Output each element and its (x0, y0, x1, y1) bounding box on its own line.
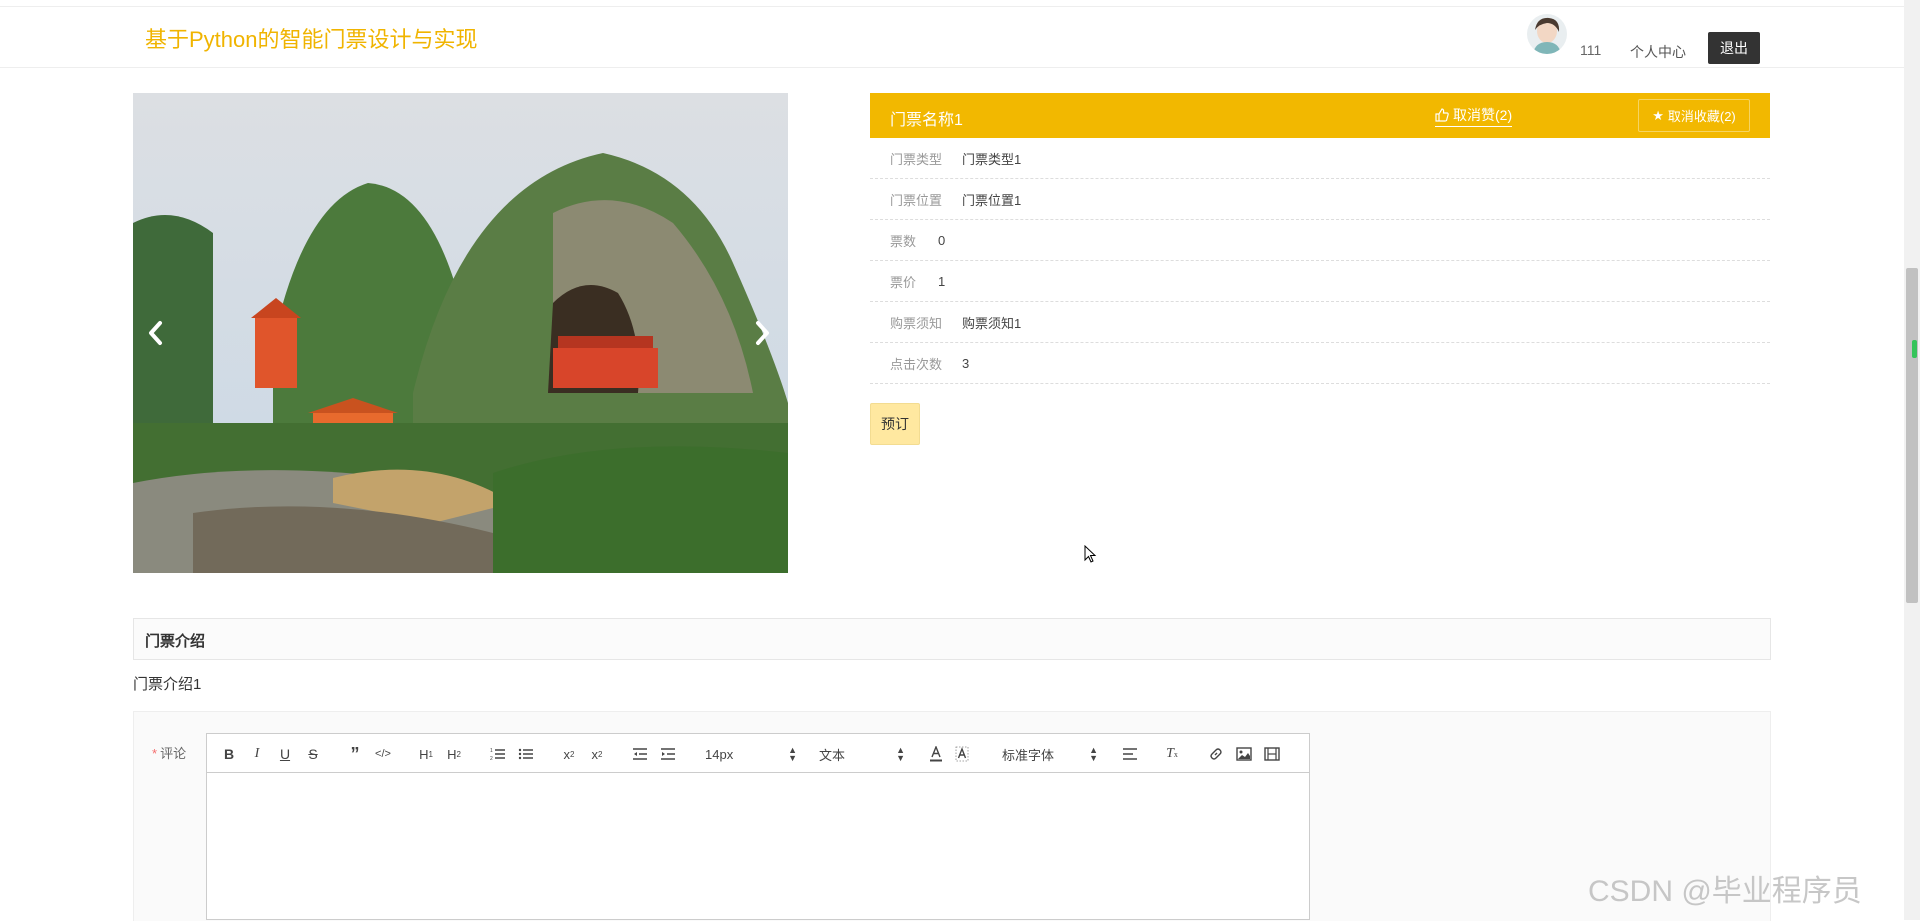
heading2-icon[interactable]: H2 (443, 742, 465, 766)
unfavorite-label: 取消收藏(2) (1667, 109, 1736, 124)
info-row-type: 门票类型 门票类型1 (870, 138, 1770, 179)
info-value: 1 (938, 273, 946, 289)
unlike-label: 取消赞(2) (1453, 107, 1513, 123)
select-caret-icon: ▲ ▼ (896, 745, 905, 763)
info-label: 门票位置 (890, 192, 943, 208)
font-color-icon[interactable] (927, 742, 945, 766)
ticket-detail-header: 门票名称1 取消赞(2) ★ 取消收藏(2) (870, 93, 1770, 138)
align-icon[interactable] (1121, 742, 1139, 766)
carousel-next-arrow[interactable] (743, 313, 783, 353)
info-label: 购票须知 (890, 315, 943, 331)
intro-content: 门票介绍1 (133, 676, 202, 693)
info-label: 票数 (890, 233, 917, 249)
bold-icon[interactable]: B (219, 742, 239, 766)
bullet-list-icon[interactable] (517, 742, 535, 766)
info-row-count: 票数 0 (870, 220, 1770, 261)
heading1-icon[interactable]: H1 (415, 742, 437, 766)
mouse-cursor-icon (1084, 545, 1097, 563)
text-type-select[interactable]: 文本 ▲ ▼ (819, 742, 905, 766)
editor-toolbar: B I U S ” </> H1 H2 12 x2 x2 14px ▲ ▼ 文本 … (206, 733, 1310, 773)
comment-label: * 评论 (152, 743, 186, 762)
info-value: 0 (938, 232, 946, 248)
chevron-left-icon (149, 321, 162, 345)
username: 111 (1580, 42, 1602, 58)
info-row-price: 票价 1 (870, 261, 1770, 302)
select-caret-icon: ▲ ▼ (788, 745, 797, 763)
info-label: 点击次数 (890, 356, 943, 372)
indent-icon[interactable] (659, 742, 677, 766)
info-value: 3 (962, 355, 970, 371)
code-icon[interactable]: </> (373, 742, 393, 766)
watermark: CSDN @毕业程序员 (1588, 875, 1862, 908)
info-row-clicks: 点击次数 3 (870, 343, 1770, 384)
blockquote-icon[interactable]: ” (345, 742, 365, 766)
unlike-button[interactable]: 取消赞(2) (1435, 105, 1513, 127)
text-type-value: 文本 (819, 747, 846, 763)
book-button[interactable]: 预订 (870, 403, 920, 445)
unfavorite-button[interactable]: ★ 取消收藏(2) (1638, 99, 1750, 132)
intro-title: 门票介绍 (145, 633, 206, 650)
user-avatar[interactable] (1527, 14, 1567, 54)
background-color-icon[interactable] (953, 742, 971, 766)
info-value: 购票须知1 (962, 315, 1022, 331)
profile-link[interactable]: 个人中心 (1630, 42, 1686, 62)
logout-button[interactable]: 退出 (1708, 32, 1760, 64)
scenic-photo (133, 93, 788, 573)
image-icon[interactable] (1235, 742, 1253, 766)
info-label: 门票类型 (890, 151, 943, 167)
video-icon[interactable] (1263, 742, 1281, 766)
intro-section-header: 门票介绍 (133, 618, 1771, 660)
site-title[interactable]: 基于Python的智能门票设计与实现 (145, 22, 478, 54)
star-icon: ★ (1652, 107, 1664, 123)
superscript-icon[interactable]: x2 (587, 742, 607, 766)
ordered-list-icon[interactable]: 12 (489, 742, 507, 766)
link-icon[interactable] (1207, 742, 1225, 766)
ticket-name: 门票名称1 (890, 112, 963, 129)
top-border (0, 0, 1904, 7)
font-family-select[interactable]: 标准字体 ▲ ▼ (1002, 742, 1098, 766)
image-carousel[interactable] (133, 93, 788, 573)
svg-text:2: 2 (490, 756, 493, 761)
info-row-notice: 购票须知 购票须知1 (870, 302, 1770, 343)
font-family-value: 标准字体 (1002, 747, 1055, 763)
required-mark: * (152, 746, 158, 761)
select-caret-icon: ▲ ▼ (1089, 745, 1098, 763)
strikethrough-icon[interactable]: S (303, 742, 323, 766)
font-size-value: 14px (705, 746, 734, 762)
comment-editor[interactable] (206, 773, 1310, 920)
scrollbar-marker (1912, 340, 1917, 358)
clear-format-icon[interactable]: Tx (1163, 742, 1181, 766)
svg-text:1: 1 (490, 748, 493, 754)
chevron-right-icon (756, 321, 769, 345)
thumbs-up-icon (1435, 108, 1449, 122)
scrollbar-thumb[interactable] (1906, 268, 1918, 603)
italic-icon[interactable]: I (247, 742, 267, 766)
subscript-icon[interactable]: x2 (559, 742, 579, 766)
info-value: 门票位置1 (962, 192, 1022, 208)
info-value: 门票类型1 (962, 151, 1022, 167)
carousel-prev-arrow[interactable] (135, 313, 175, 353)
font-size-select[interactable]: 14px ▲ ▼ (705, 742, 797, 766)
outdent-icon[interactable] (631, 742, 649, 766)
info-row-location: 门票位置 门票位置1 (870, 179, 1770, 220)
info-label: 票价 (890, 274, 917, 290)
underline-icon[interactable]: U (275, 742, 295, 766)
comment-label-text: 评论 (160, 746, 187, 761)
